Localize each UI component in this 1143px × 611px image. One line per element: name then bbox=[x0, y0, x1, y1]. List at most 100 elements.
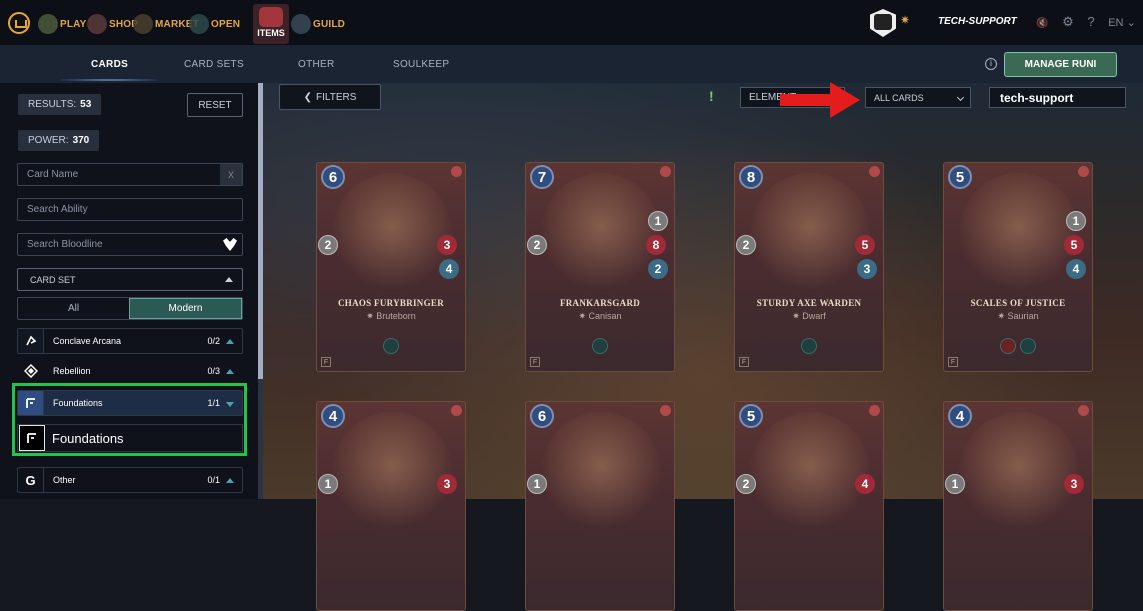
card-set-dropdown[interactable]: CARD SET bbox=[17, 268, 243, 291]
speed-stat: 3 bbox=[857, 259, 877, 279]
power-label: POWER: bbox=[28, 135, 69, 146]
nav-items[interactable]: ITEMS bbox=[253, 4, 289, 44]
melee-stat: 1 bbox=[945, 474, 965, 494]
card-art bbox=[541, 173, 661, 293]
speed-stat: 2 bbox=[648, 259, 668, 279]
melee-stat: 2 bbox=[736, 474, 756, 494]
chevron-up-icon bbox=[226, 339, 234, 344]
nav-play-label: PLAY bbox=[60, 18, 87, 30]
ability-icon bbox=[1000, 338, 1016, 354]
nav-guild[interactable]: GUILD bbox=[291, 12, 345, 36]
nav-open-label: OPEN bbox=[211, 18, 241, 30]
mana-cost: 4 bbox=[321, 404, 345, 428]
tab-cards[interactable]: CARDS bbox=[60, 59, 159, 81]
melee-stat: 2 bbox=[736, 235, 756, 255]
nav-open[interactable]: OPEN bbox=[189, 12, 240, 36]
mana-cost: 6 bbox=[321, 165, 345, 189]
username[interactable]: TECH-SUPPORT bbox=[938, 16, 1017, 27]
conclave-arcana-icon bbox=[18, 329, 44, 353]
health-stat: 4 bbox=[855, 474, 875, 494]
mana-cost: 6 bbox=[530, 404, 554, 428]
race-icon: ✷ bbox=[792, 311, 800, 321]
chevron-up-icon bbox=[225, 277, 233, 282]
filters-label: FILTERS bbox=[316, 91, 357, 103]
top-icons: 🔇 ⚙ ? EN ⌄ bbox=[1036, 14, 1136, 30]
edition-icon: F bbox=[321, 357, 331, 367]
card-art bbox=[750, 412, 870, 532]
nav-play[interactable]: PLAY bbox=[38, 12, 87, 36]
card-tile[interactable]: 4 1 3 bbox=[943, 401, 1093, 611]
set-count: 0/2 bbox=[207, 336, 220, 346]
bloodline-icon[interactable] bbox=[223, 238, 237, 251]
clear-card-name-button[interactable]: X bbox=[220, 164, 242, 185]
set-row-other[interactable]: G Other 0/1 bbox=[17, 467, 243, 493]
set-row-rebellion[interactable]: Rebellion 0/3 bbox=[17, 358, 243, 384]
card-tile[interactable]: 6 2 3 4 CHAOS FURYBRINGER ✷ Bruteborn F bbox=[316, 162, 466, 372]
info-icon[interactable]: i bbox=[985, 58, 997, 70]
mute-icon[interactable]: 🔇 bbox=[1036, 18, 1048, 29]
help-icon[interactable]: ? bbox=[1087, 14, 1094, 29]
speed-stat: 4 bbox=[439, 259, 459, 279]
melee-stat: 1 bbox=[318, 474, 338, 494]
red-arrow-icon bbox=[780, 82, 860, 118]
melee-stat: 1 bbox=[527, 474, 547, 494]
card-race: ✷ Bruteborn bbox=[317, 311, 465, 322]
card-race: ✷ Canisan bbox=[526, 311, 674, 322]
card-name-input[interactable]: Card Name X bbox=[17, 163, 243, 186]
tab-card-sets[interactable]: CARD SETS bbox=[184, 59, 244, 70]
other-set-icon: G bbox=[18, 468, 44, 492]
card-name-placeholder: Card Name bbox=[27, 169, 79, 180]
toggle-all[interactable]: All bbox=[18, 298, 129, 319]
nav-shop[interactable]: SHOP bbox=[87, 12, 138, 36]
card-name: FRANKARSGARD bbox=[559, 298, 641, 308]
mana-cost: 4 bbox=[948, 404, 972, 428]
race-icon: ✷ bbox=[578, 311, 586, 321]
manage-runi-button[interactable]: MANAGE RUNI bbox=[1004, 52, 1117, 77]
gear-icon[interactable]: ⚙ bbox=[1062, 14, 1074, 29]
language-value: EN bbox=[1108, 17, 1124, 29]
reset-button[interactable]: RESET bbox=[187, 93, 243, 117]
tab-soulkeep[interactable]: SOULKEEP bbox=[393, 59, 449, 70]
mana-cost: 7 bbox=[530, 165, 554, 189]
rank-star-icon: ✷ bbox=[900, 13, 911, 27]
player-search-input[interactable]: tech-support bbox=[989, 87, 1126, 108]
results-badge: RESULTS: 53 bbox=[18, 94, 102, 115]
health-stat: 3 bbox=[1064, 474, 1084, 494]
bloodline-search-input[interactable]: Search Bloodline bbox=[17, 233, 243, 256]
health-stat: 8 bbox=[646, 235, 666, 255]
ability-icon bbox=[801, 338, 817, 354]
set-row-conclave-arcana[interactable]: Conclave Arcana 0/2 bbox=[17, 328, 243, 354]
ability-search-input[interactable]: Search Ability bbox=[17, 198, 243, 221]
edition-icon: F bbox=[948, 357, 958, 367]
bloodline-placeholder: Search Bloodline bbox=[27, 239, 103, 250]
ranged-attack-stat: 1 bbox=[1066, 211, 1086, 231]
element-icon bbox=[660, 166, 671, 177]
card-name: SCALES OF JUSTICE bbox=[970, 298, 1066, 308]
toggle-modern[interactable]: Modern bbox=[129, 298, 242, 319]
language-selector[interactable]: EN ⌄ bbox=[1108, 17, 1136, 29]
rebellion-icon bbox=[18, 359, 44, 383]
filters-button[interactable]: ❮ FILTERS bbox=[279, 84, 381, 110]
results-value: 53 bbox=[80, 99, 92, 110]
power-badge: POWER: 370 bbox=[18, 130, 100, 151]
market-icon bbox=[133, 14, 153, 34]
card-tile[interactable]: 61 bbox=[525, 401, 675, 611]
nav-items-label: ITEMS bbox=[257, 28, 285, 38]
chevron-up-icon bbox=[226, 478, 234, 483]
user-avatar[interactable] bbox=[870, 9, 896, 37]
card-ownership-select[interactable]: ALL CARDS bbox=[865, 87, 971, 108]
player-search-value: tech-support bbox=[1000, 90, 1074, 105]
mana-cost: 5 bbox=[948, 165, 972, 189]
splinterlands-logo-icon[interactable] bbox=[8, 12, 30, 34]
card-tile[interactable]: 5 2 4 bbox=[734, 401, 884, 611]
ranged-attack-stat: 1 bbox=[648, 211, 668, 231]
tab-other[interactable]: Other bbox=[298, 59, 335, 70]
card-tile[interactable]: 5 1 5 4 SCALES OF JUSTICE ✷ Saurian F bbox=[943, 162, 1093, 372]
set-name: Conclave Arcana bbox=[53, 336, 122, 346]
card-tile[interactable]: 7 1 2 8 2 FRANKARSGARD ✷ Canisan F bbox=[525, 162, 675, 372]
mana-filter-icon[interactable]: ! bbox=[709, 88, 717, 104]
items-icon bbox=[259, 7, 283, 27]
ability-icon bbox=[1020, 338, 1036, 354]
card-tile[interactable]: 8 2 5 3 STURDY AXE WARDEN ✷ Dwarf F bbox=[734, 162, 884, 372]
card-tile[interactable]: 4 1 3 bbox=[316, 401, 466, 611]
